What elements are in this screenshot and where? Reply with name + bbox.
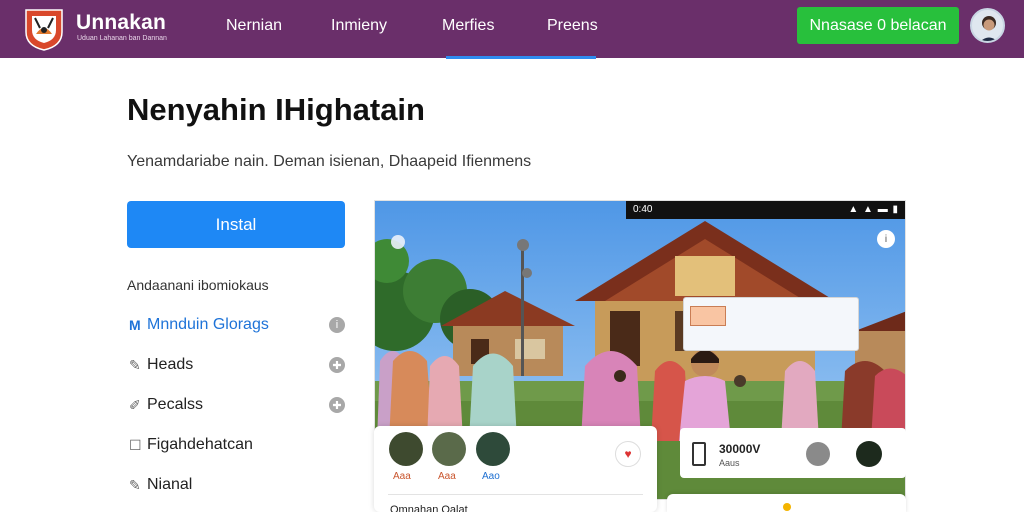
page-title: Nenyahin IHighatain bbox=[127, 92, 425, 127]
user-label-1: Aaa bbox=[393, 471, 411, 482]
user-avatar-1[interactable] bbox=[389, 432, 423, 466]
phone-icon bbox=[692, 442, 706, 466]
sidebar-item-label: Pecalss bbox=[147, 396, 204, 413]
stats-card: 30000V Aaus bbox=[680, 428, 906, 478]
add-icon[interactable]: ✚ bbox=[329, 357, 345, 373]
user-avatar[interactable] bbox=[970, 8, 1005, 43]
heart-icon[interactable]: ♥ bbox=[615, 441, 641, 467]
user-avatar-icon bbox=[980, 16, 998, 41]
pen-icon: ✐ bbox=[129, 396, 141, 413]
pencil-icon: ✎ bbox=[129, 356, 141, 373]
sidebar-item-3[interactable]: ✐ Pecalss ✚ bbox=[129, 393, 349, 417]
nav-item-2[interactable]: Inmieny bbox=[331, 17, 387, 35]
add-icon[interactable]: ✚ bbox=[329, 397, 345, 413]
sidebar-item-label: Figahdehatcan bbox=[147, 436, 253, 453]
nav-item-1[interactable]: Nernian bbox=[226, 17, 282, 35]
nav-item-3[interactable]: Merfies bbox=[442, 17, 494, 35]
stats-value: 30000V bbox=[719, 442, 761, 456]
sidebar-item-1[interactable]: M Mnnduin Glorags i bbox=[129, 313, 349, 337]
info-icon[interactable]: i bbox=[877, 230, 895, 248]
contact-avatar[interactable] bbox=[856, 441, 882, 467]
user-label-2: Aaa bbox=[438, 471, 456, 482]
overlay-video-card bbox=[683, 297, 859, 351]
moon-icon bbox=[391, 235, 405, 249]
install-button[interactable]: Instal bbox=[127, 201, 345, 248]
sidebar-item-4[interactable]: ☐ Figahdehatcan bbox=[129, 433, 349, 457]
card-divider bbox=[388, 494, 643, 495]
sidebar-item-5[interactable]: ✎ Nianal bbox=[129, 473, 349, 497]
sidebar-item-label: Nianal bbox=[147, 476, 193, 493]
brand-tagline: Uduan Lahanan ban Dannan bbox=[77, 35, 167, 42]
edit-icon: ✎ bbox=[129, 476, 141, 493]
settings-icon[interactable] bbox=[806, 442, 830, 466]
signal-battery-icon: ▲ ▲ ▬ ▮ bbox=[848, 204, 899, 215]
thumbnail-icon bbox=[690, 306, 726, 326]
phone-status-bar: 0:40 ▲ ▲ ▬ ▮ bbox=[626, 201, 905, 219]
user-avatar-3[interactable] bbox=[476, 432, 510, 466]
nav-item-4[interactable]: Preens bbox=[547, 17, 598, 35]
stats-subtext: Aaus bbox=[719, 458, 740, 468]
brand-logo-icon[interactable] bbox=[22, 6, 66, 52]
sidebar-item-2[interactable]: ✎ Heads ✚ bbox=[129, 353, 349, 377]
info-icon[interactable]: i bbox=[329, 317, 345, 333]
sidebar-section-label: Andaanani ibomiokaus bbox=[127, 277, 269, 293]
user-avatar-2[interactable] bbox=[432, 432, 466, 466]
header-cta-button[interactable]: Nnasase 0 belacan bbox=[797, 7, 959, 44]
notification-dot-icon bbox=[783, 503, 791, 511]
top-navigation-bar: Unnakan Uduan Lahanan ban Dannan Nernian… bbox=[0, 0, 1024, 59]
card-footer-text: Omnahan Oalat bbox=[390, 504, 468, 512]
m-icon: M bbox=[129, 317, 141, 333]
nav-active-indicator bbox=[446, 56, 596, 59]
box-icon: ☐ bbox=[129, 436, 142, 453]
page-subtitle: Yenamdariabe nain. Deman isienan, Dhaape… bbox=[127, 153, 532, 170]
users-card: Aaa Aaa Aao ♥ Omnahan Oalat bbox=[374, 426, 657, 512]
user-label-3: Aao bbox=[482, 471, 500, 482]
sidebar-item-label: Mnnduin Glorags bbox=[147, 316, 269, 333]
brand-name[interactable]: Unnakan bbox=[76, 11, 166, 35]
status-time: 0:40 bbox=[633, 204, 653, 215]
sidebar-item-label: Heads bbox=[147, 356, 194, 373]
bottom-sheet bbox=[667, 494, 906, 512]
